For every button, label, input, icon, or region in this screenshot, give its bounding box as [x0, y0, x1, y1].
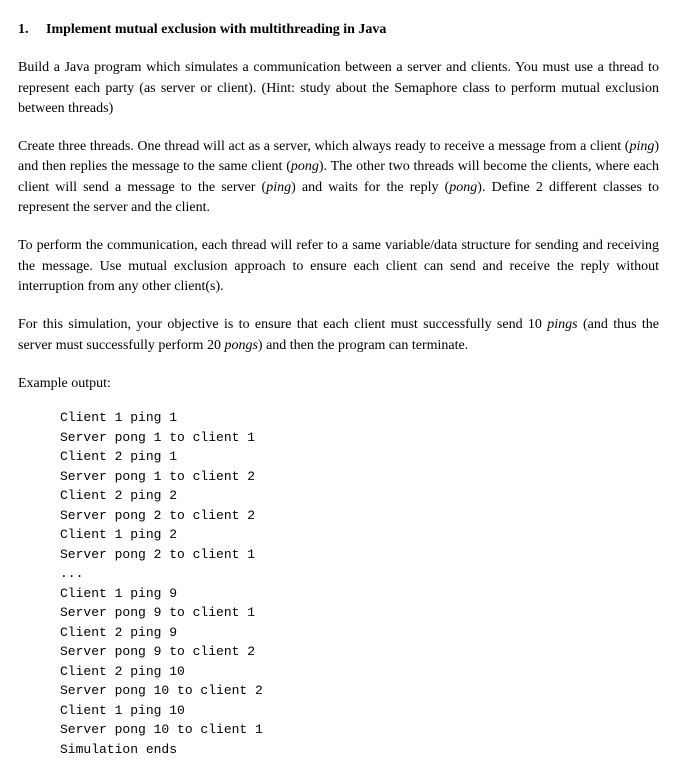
paragraph-2: Create three threads. One thread will ac… — [18, 137, 659, 218]
p2-text-4: ) and waits for the reply ( — [291, 180, 449, 195]
p2-em-3: ping — [266, 180, 291, 195]
heading-number: 1. — [18, 20, 46, 40]
example-output-label: Example output: — [18, 374, 659, 394]
paragraph-4: For this simulation, your objective is t… — [18, 315, 659, 356]
example-output-block: Client 1 ping 1 Server pong 1 to client … — [60, 408, 659, 759]
paragraph-3: To perform the communication, each threa… — [18, 236, 659, 297]
p2-em-1: ping — [629, 139, 654, 154]
p2-text-1: Create three threads. One thread will ac… — [18, 139, 629, 154]
p2-em-4: pong — [449, 180, 477, 195]
p4-em-2: pongs — [224, 338, 257, 353]
p4-text-1: For this simulation, your objective is t… — [18, 317, 547, 332]
question-heading: 1. Implement mutual exclusion with multi… — [18, 20, 659, 40]
p4-text-3: ) and then the program can terminate. — [258, 338, 468, 353]
paragraph-1: Build a Java program which simulates a c… — [18, 58, 659, 119]
heading-text: Implement mutual exclusion with multithr… — [46, 20, 386, 40]
p4-em-1: pings — [547, 317, 577, 332]
p2-em-2: pong — [291, 159, 319, 174]
